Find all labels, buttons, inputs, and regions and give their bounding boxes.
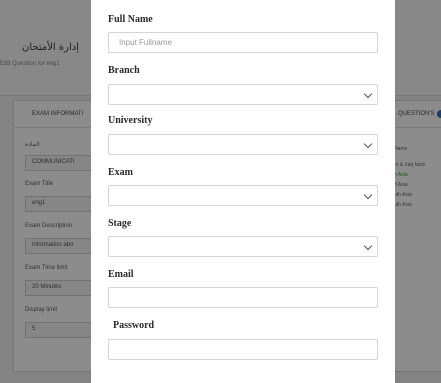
exam-select[interactable] (108, 185, 378, 206)
email-label: Email (108, 269, 134, 280)
university-select[interactable] (108, 134, 378, 155)
full-name-label: Full Name (108, 14, 153, 25)
password-label: Password (113, 320, 155, 331)
full-name-placeholder: Input Fullname (119, 38, 172, 47)
stage-select[interactable] (108, 236, 378, 257)
full-name-input[interactable]: Input Fullname (108, 32, 378, 53)
password-input[interactable] (108, 339, 378, 360)
chevron-down-icon (363, 241, 373, 251)
exam-label: Exam (108, 167, 133, 178)
chevron-down-icon (363, 89, 373, 99)
branch-label: Branch (108, 65, 140, 76)
stage-label: Stage (108, 218, 132, 229)
chevron-down-icon (363, 190, 373, 200)
university-label: University (108, 115, 153, 126)
chevron-down-icon (363, 139, 373, 149)
email-input[interactable] (108, 287, 378, 308)
add-user-modal: Full Name Input Fullname Branch Universi… (91, 0, 395, 383)
branch-select[interactable] (108, 84, 378, 105)
